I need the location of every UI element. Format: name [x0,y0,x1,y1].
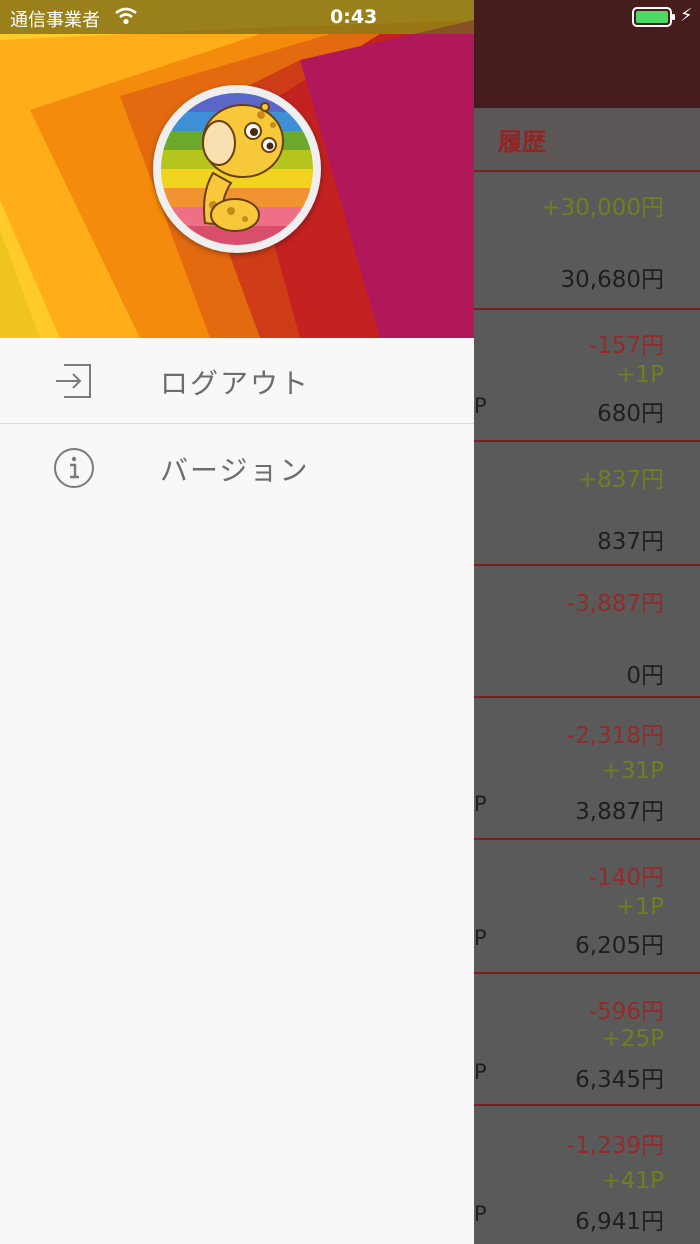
tab-history[interactable]: 履歴 [498,122,546,157]
points-label-fragment: P [474,1060,487,1084]
logout-icon [56,364,91,398]
list-item[interactable]: -1,239円 +41P P 6,941円 [474,1108,700,1244]
transaction-amount: -2,318円 [566,723,664,749]
list-item[interactable]: +30,000円 30,680円 [474,174,700,310]
giraffe-avatar-image [161,93,313,245]
transaction-amount: +30,000円 [541,195,664,221]
points-amount: +31P [601,758,664,784]
points-amount: +1P [616,894,664,920]
menu-item-label: ログアウト [160,367,311,400]
menu-item-logout[interactable]: ログアウト [0,338,474,424]
balance-amount: 30,680円 [560,267,664,293]
balance-amount: 6,345円 [575,1067,664,1093]
charging-bolt-icon: ⚡ [680,5,693,26]
transaction-amount: -140円 [588,865,664,891]
info-icon [54,448,94,488]
transaction-amount: +837円 [577,467,664,493]
list-item[interactable]: +837円 837円 [474,444,700,566]
balance-amount: 3,887円 [575,799,664,825]
transaction-amount: -596円 [588,999,664,1025]
balance-amount: 0円 [626,663,664,689]
points-label-fragment: P [474,792,487,816]
transaction-amount: -3,887円 [566,591,664,617]
battery-icon [632,7,675,27]
drawer-header-banner [0,0,474,338]
points-label-fragment: P [474,394,487,418]
points-amount: +25P [601,1026,664,1052]
balance-amount: 6,941円 [575,1209,664,1235]
list-item[interactable]: -140円 +1P P 6,205円 [474,842,700,974]
wifi-icon [115,7,137,25]
list-item[interactable]: -157円 +1P P 680円 [474,312,700,442]
menu-item-version[interactable]: バージョン [0,425,474,511]
balance-amount: 680円 [597,401,664,427]
list-item[interactable]: -3,887円 0円 [474,568,700,698]
carrier-name: 通信事業者 [10,10,100,31]
points-amount: +1P [616,362,664,388]
points-label-fragment: P [474,1202,487,1226]
status-time: 0:43 [330,6,378,28]
menu-item-label: バージョン [160,454,310,487]
avatar[interactable] [153,85,321,253]
points-label-fragment: P [474,926,487,950]
list-item[interactable]: -2,318円 +31P P 3,887円 [474,700,700,840]
points-amount: +41P [601,1168,664,1194]
transaction-amount: -157円 [588,333,664,359]
side-drawer: ログアウト バージョン [0,0,474,1244]
list-item[interactable]: -596円 +25P P 6,345円 [474,976,700,1106]
balance-amount: 6,205円 [575,933,664,959]
transaction-amount: -1,239円 [566,1133,664,1159]
balance-amount: 837円 [597,529,664,555]
status-bar: 通信事業者 0:43 ⚡ [0,0,700,34]
